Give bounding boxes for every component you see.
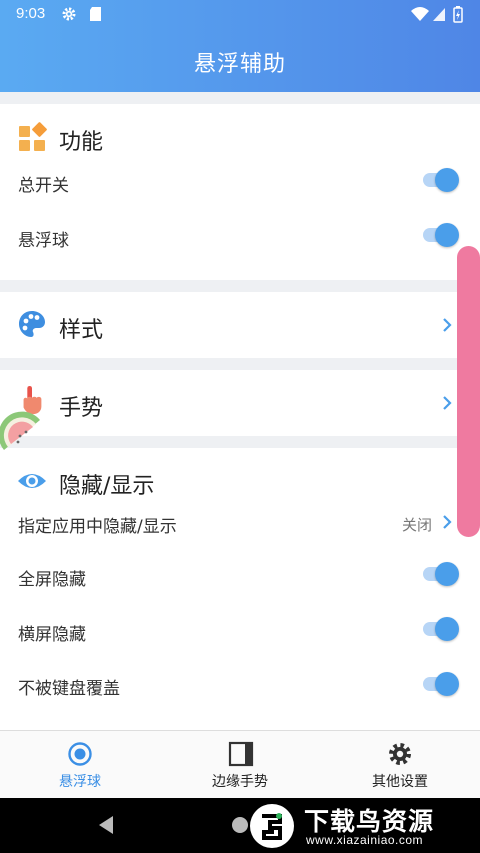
master-switch-toggle[interactable] (421, 168, 461, 192)
nav-item-edge-gesture[interactable]: 边缘手势 (160, 731, 320, 799)
gear-icon (62, 7, 76, 21)
hide-show-section: 隐藏/显示 指定应用中隐藏/显示 关闭 全屏隐藏 横屏隐藏 不被键盘覆盖 (0, 448, 480, 730)
watermark: 下载鸟资源 www.xiazainiao.com (244, 798, 480, 853)
nav-item-float-ball[interactable]: 悬浮球 (0, 731, 160, 799)
gear-icon (389, 743, 411, 765)
scrollbar-thumb[interactable] (457, 246, 480, 537)
floating-ball-watermelon-icon[interactable] (0, 410, 46, 462)
nav-label-other-settings: 其他设置 (372, 774, 428, 790)
row-label-master-switch: 总开关 (18, 176, 69, 196)
landscape-hide-toggle[interactable] (421, 617, 461, 641)
battery-icon (453, 6, 463, 23)
bottom-nav: 悬浮球 边缘手势 其他设置 (0, 730, 480, 798)
row-label-fullscreen-hide: 全屏隐藏 (18, 570, 86, 590)
sd-card-icon (90, 7, 101, 21)
nav-item-other-settings[interactable]: 其他设置 (320, 731, 480, 799)
grid-blocks-icon (19, 122, 47, 151)
wifi-icon (411, 7, 429, 21)
gesture-row[interactable]: 手势 (0, 370, 480, 436)
page-title: 悬浮辅助 (193, 52, 286, 77)
row-label-keyboard-cover: 不被键盘覆盖 (18, 679, 120, 699)
palette-icon (19, 311, 45, 337)
fullscreen-hide-toggle[interactable] (421, 562, 461, 586)
function-section: 功能 总开关 悬浮球 (0, 104, 480, 280)
watermark-url: www.xiazainiao.com (306, 833, 424, 847)
app-hide-show-value: 关闭 (402, 516, 433, 534)
section-title-style: 样式 (59, 318, 104, 343)
radio-target-icon (68, 742, 92, 766)
app-bar: 悬浮辅助 (0, 28, 480, 92)
keyboard-cover-toggle[interactable] (421, 672, 461, 696)
status-time: 9:03 (16, 5, 46, 22)
row-label-app-hide-show: 指定应用中隐藏/显示 (18, 517, 177, 537)
nav-label-edge-gesture: 边缘手势 (212, 774, 268, 790)
chevron-right-icon (443, 396, 452, 410)
status-bar: 9:03 (0, 0, 480, 28)
back-icon[interactable] (97, 815, 115, 835)
chevron-right-icon (443, 318, 452, 332)
row-label-float-ball: 悬浮球 (18, 231, 69, 251)
row-label-landscape-hide: 横屏隐藏 (18, 625, 86, 645)
style-row[interactable]: 样式 (0, 292, 480, 358)
signal-icon (433, 8, 445, 21)
edge-panel-icon (228, 741, 254, 767)
watermark-logo (250, 804, 294, 848)
section-title-function: 功能 (59, 130, 104, 155)
float-ball-toggle[interactable] (421, 223, 461, 247)
eye-icon (18, 474, 46, 488)
section-title-gesture: 手势 (59, 396, 104, 421)
nav-label-float-ball: 悬浮球 (59, 774, 101, 790)
section-title-hide-show: 隐藏/显示 (59, 474, 155, 499)
chevron-right-icon (443, 515, 452, 529)
